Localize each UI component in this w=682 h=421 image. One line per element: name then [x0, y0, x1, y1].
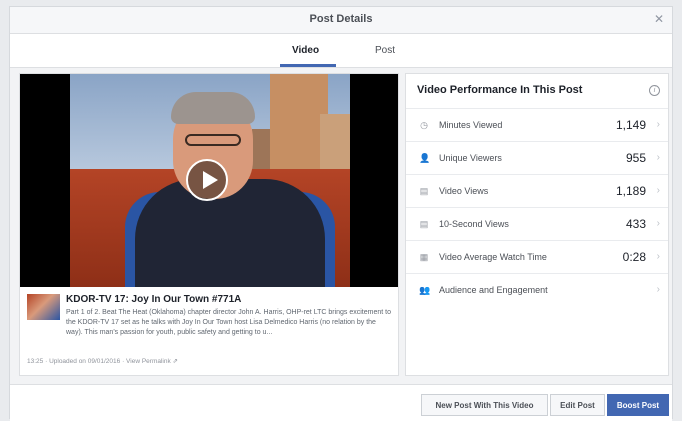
close-icon[interactable]: ✕	[654, 12, 664, 26]
video-meta: 13:25 · Uploaded on 09/01/2016 · View Pe…	[27, 358, 178, 365]
chevron-right-icon: ›	[656, 185, 660, 196]
ten-second-views-icon: ▤	[419, 219, 429, 229]
stat-label: 10-Second Views	[439, 219, 509, 229]
content-area: KDOR-TV 17: Joy In Our Town #771A Part 1…	[10, 68, 672, 384]
stat-label: Audience and Engagement	[439, 285, 548, 295]
upload-date: Uploaded on 09/01/2016	[49, 358, 121, 365]
tab-post[interactable]: Post	[375, 45, 395, 56]
chevron-right-icon: ›	[656, 119, 660, 130]
stat-value: 433	[625, 217, 646, 231]
stat-row[interactable]: ◷ Minutes Viewed 1,149 ›	[406, 108, 668, 141]
edit-post-button[interactable]: Edit Post	[550, 394, 605, 416]
video-description: Part 1 of 2. Beat The Heat (Oklahoma) ch…	[66, 309, 391, 336]
video-views-icon: ▤	[419, 186, 429, 196]
stat-value: 1,149	[615, 118, 646, 132]
stats-title: Video Performance In This Post	[417, 84, 583, 96]
video-duration: 13:25	[27, 358, 44, 365]
clock-icon: ◷	[420, 120, 428, 130]
person-icon: 👤	[419, 153, 431, 163]
stat-row[interactable]: 👥 Audience and Engagement ›	[406, 273, 668, 306]
view-permalink-link[interactable]: View Permalink	[126, 358, 171, 365]
video-performance-panel: Video Performance In This Post i ◷ Minute…	[405, 73, 669, 376]
stat-row[interactable]: ▤ 10-Second Views 433 ›	[406, 207, 668, 240]
video-info: KDOR-TV 17: Joy In Our Town #771A Part 1…	[20, 287, 398, 375]
active-tab-indicator	[280, 64, 336, 67]
film-icon: ▦	[419, 252, 429, 262]
stat-label: Video Average Watch Time	[439, 252, 547, 262]
stat-row[interactable]: 👤 Unique Viewers 955 ›	[406, 141, 668, 174]
dialog-title: Post Details	[309, 13, 373, 25]
video-card: KDOR-TV 17: Joy In Our Town #771A Part 1…	[19, 73, 399, 376]
post-details-dialog: Post Details ✕ Video Post KDOR-TV 17: Jo…	[9, 6, 673, 421]
chevron-right-icon: ›	[656, 284, 660, 295]
audience-icon: 👥	[419, 285, 431, 295]
stat-label: Video Views	[439, 186, 489, 196]
external-link-icon: ⇗	[172, 358, 178, 365]
boost-post-button[interactable]: Boost Post	[607, 394, 669, 416]
stat-value: 1,189	[615, 184, 646, 198]
stat-row[interactable]: ▦ Video Average Watch Time 0:28 ›	[406, 240, 668, 273]
chevron-right-icon: ›	[656, 218, 660, 229]
stat-label: Minutes Viewed	[439, 120, 503, 130]
video-player[interactable]	[20, 74, 398, 287]
new-post-with-video-button[interactable]: New Post With This Video	[421, 394, 548, 416]
glasses	[185, 134, 241, 146]
tab-video[interactable]: Video	[292, 45, 319, 56]
stat-row[interactable]: ▤ Video Views 1,189 ›	[406, 174, 668, 207]
stat-value: 955	[625, 151, 646, 165]
info-icon[interactable]: i	[649, 85, 660, 96]
stat-label: Unique Viewers	[439, 153, 502, 163]
person-hair	[171, 92, 255, 124]
video-thumbnail[interactable]	[27, 294, 60, 320]
play-icon[interactable]	[186, 159, 228, 201]
tab-bar: Video Post	[10, 34, 672, 68]
video-title[interactable]: KDOR-TV 17: Joy In Our Town #771A	[66, 294, 241, 305]
chevron-right-icon: ›	[656, 152, 660, 163]
dialog-footer: New Post With This Video Edit Post Boost…	[10, 384, 672, 421]
stat-value: 0:28	[622, 250, 646, 264]
chevron-right-icon: ›	[656, 251, 660, 262]
dialog-header: Post Details ✕	[10, 7, 672, 34]
